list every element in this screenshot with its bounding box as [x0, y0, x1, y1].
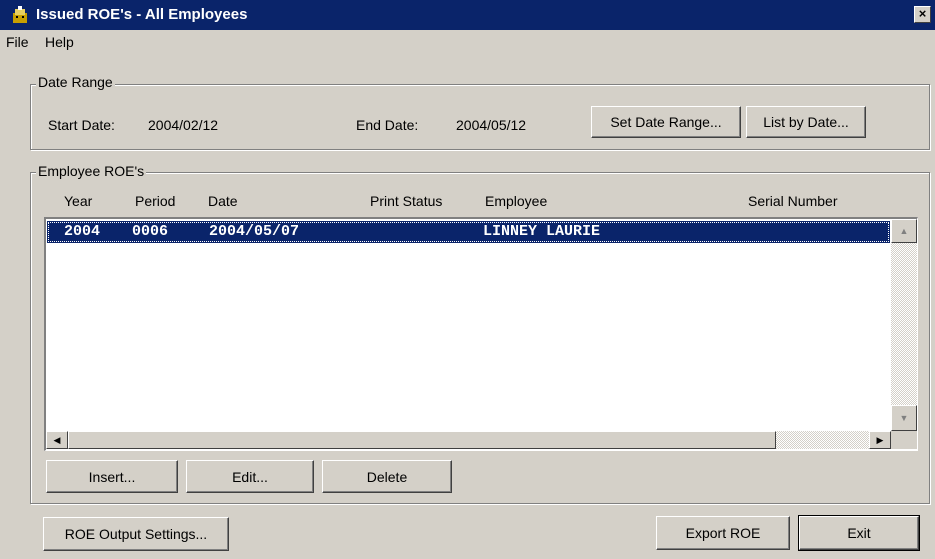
menu-help[interactable]: Help	[45, 34, 74, 50]
scroll-up-arrow-icon[interactable]: ▲	[891, 219, 917, 243]
column-header-serial-number[interactable]: Serial Number	[748, 193, 837, 209]
list-by-date-button[interactable]: List by Date...	[746, 106, 866, 138]
menu-help-label: Help	[45, 34, 74, 50]
edit-button[interactable]: Edit...	[186, 460, 314, 493]
menu-file[interactable]: File	[6, 34, 29, 50]
end-date-value: 2004/05/12	[456, 117, 527, 133]
delete-button[interactable]: Delete	[322, 460, 452, 493]
export-roe-button[interactable]: Export ROE	[656, 516, 790, 550]
scroll-left-arrow-icon[interactable]: ◀	[46, 431, 68, 449]
exit-button[interactable]: Exit	[798, 515, 920, 551]
row-employee: LINNEY LAURIE	[483, 223, 601, 240]
column-header-date[interactable]: Date	[208, 193, 238, 209]
close-button[interactable]: ×	[914, 6, 931, 23]
end-date-label: End Date:	[356, 117, 419, 133]
insert-button[interactable]: Insert...	[46, 460, 178, 493]
row-period: 0006	[132, 223, 169, 240]
scroll-right-arrow-icon[interactable]: ▶	[869, 431, 891, 449]
start-date-label: Start Date:	[48, 117, 115, 133]
column-header-employee[interactable]: Employee	[485, 193, 547, 209]
scroll-down-arrow-icon[interactable]: ▼	[891, 405, 917, 431]
menu-file-label: File	[6, 34, 29, 50]
set-date-range-button[interactable]: Set Date Range...	[591, 106, 741, 138]
table-row[interactable]: 2004 0006 2004/05/07 LINNEY LAURIE	[47, 221, 890, 243]
roe-output-settings-button[interactable]: ROE Output Settings...	[43, 517, 229, 551]
row-year: 2004	[64, 223, 101, 240]
scroll-corner	[891, 431, 917, 449]
date-range-label: Date Range	[36, 74, 115, 90]
vertical-scrollbar[interactable]	[891, 219, 917, 431]
column-header-year[interactable]: Year	[64, 193, 92, 209]
column-header-print-status[interactable]: Print Status	[370, 193, 442, 209]
column-header-period[interactable]: Period	[135, 193, 175, 209]
start-date-value: 2004/02/12	[148, 117, 219, 133]
row-date: 2004/05/07	[209, 223, 300, 240]
roe-list[interactable]	[44, 217, 918, 451]
app-icon	[13, 6, 27, 23]
window-title: Issued ROE's - All Employees	[36, 6, 248, 23]
horizontal-scroll-thumb[interactable]	[68, 431, 776, 449]
employee-roe-label: Employee ROE's	[36, 163, 147, 179]
